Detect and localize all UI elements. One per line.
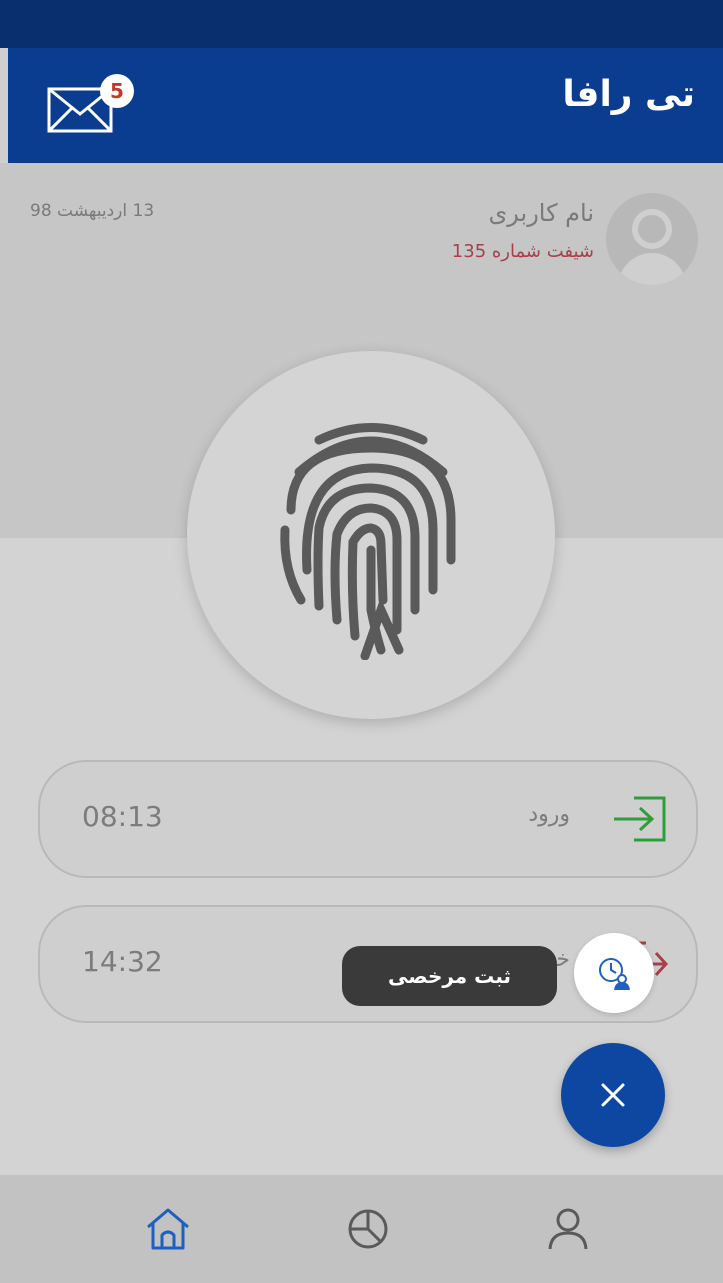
current-date: 13 اردیبهشت 98: [30, 201, 155, 221]
mail-button[interactable]: 5: [46, 74, 134, 134]
mail-count-badge: 5: [100, 74, 134, 108]
exit-time: 14:32: [82, 945, 163, 978]
fingerprint-button[interactable]: [187, 351, 555, 719]
user-row: نام کاربری شیفت شماره 135: [452, 193, 698, 285]
leave-tooltip[interactable]: ثبت مرخصی: [342, 946, 557, 1006]
status-bar: [0, 0, 723, 48]
close-icon: [601, 1083, 625, 1107]
user-icon: [548, 1208, 588, 1250]
username: نام کاربری: [488, 199, 594, 227]
bottom-navigation: [0, 1175, 723, 1283]
app-title: تی رافا: [562, 74, 695, 115]
clock-user-icon: [599, 958, 630, 991]
register-leave-button[interactable]: [574, 933, 654, 1013]
app-bar: تی رافا 5: [8, 48, 723, 163]
user-info: نام کاربری شیفت شماره 135: [452, 199, 594, 262]
fingerprint-icon: [280, 423, 456, 660]
entry-label: ورود: [528, 802, 570, 827]
sign-in-icon: [614, 796, 666, 842]
pie-chart-icon: [348, 1209, 388, 1249]
entry-time: 08:13: [82, 800, 163, 833]
home-icon: [147, 1208, 189, 1250]
nav-profile[interactable]: [538, 1203, 598, 1255]
entry-card[interactable]: 08:13 ورود: [38, 760, 698, 878]
avatar[interactable]: [606, 193, 698, 285]
shift-number: شیفت شماره 135: [451, 241, 594, 262]
main-content: نام کاربری شیفت شماره 135 13 اردیبهشت 98…: [0, 163, 723, 1175]
fab-close-button[interactable]: [561, 1043, 665, 1147]
nav-reports[interactable]: [338, 1203, 398, 1255]
nav-home[interactable]: [138, 1203, 198, 1255]
